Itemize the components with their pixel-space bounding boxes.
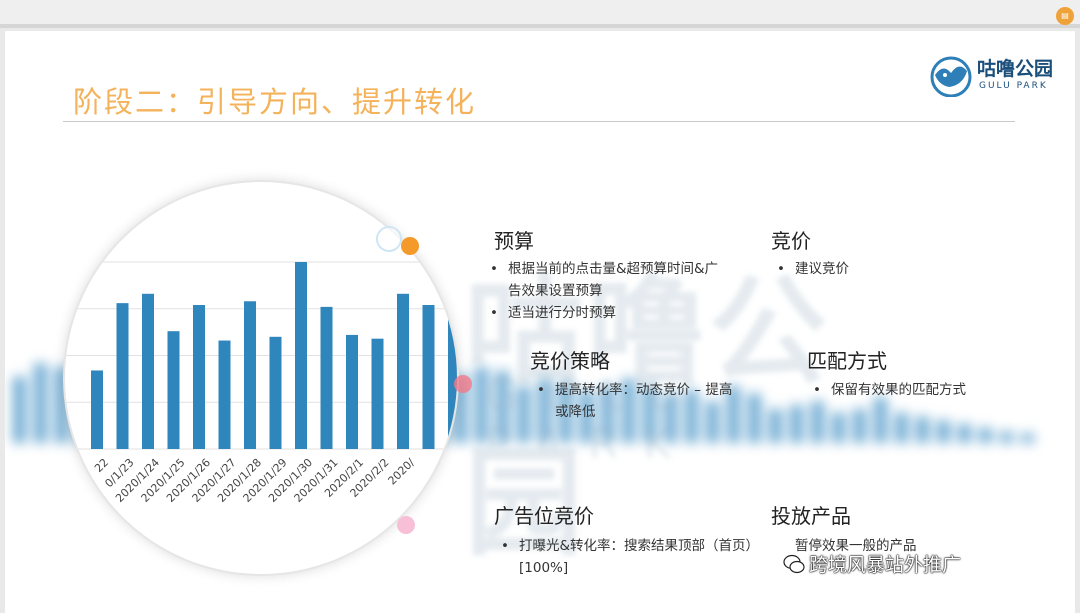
chart-bar	[295, 262, 307, 449]
budget-heading: 预算	[494, 229, 534, 253]
window-top-divider	[0, 24, 1080, 28]
chart-bar	[320, 306, 333, 449]
background-bar	[895, 412, 908, 443]
background-bar	[13, 376, 26, 443]
bid-strategy-bullet-1: 提高转化率：动态竞价 – 提高	[537, 380, 732, 401]
corner-badge-icon[interactable]: ▤	[1056, 7, 1074, 25]
background-bar	[34, 363, 47, 443]
light-pink-dot-decoration	[397, 516, 415, 534]
chart-bar	[91, 370, 103, 449]
products-heading: 投放产品	[771, 504, 851, 528]
background-bar	[916, 416, 929, 443]
bid-strategy-bullet-1-cont: 或降低	[555, 404, 596, 420]
page-title: 阶段二：引导方向、提升转化	[73, 85, 477, 119]
background-bar	[958, 424, 971, 443]
whale-logo-icon	[930, 56, 972, 97]
chart-bar	[346, 334, 358, 449]
bubble-decoration	[376, 226, 402, 252]
placement-bid-heading: 广告位竞价	[494, 504, 594, 528]
background-bar	[1000, 431, 1013, 443]
chart-bar	[142, 293, 154, 449]
chart-bar	[167, 331, 180, 449]
bid-heading: 竞价	[771, 229, 811, 253]
budget-bullet-1-cont: 告效果设置预算	[508, 283, 603, 299]
chart-bar	[371, 338, 384, 449]
placement-bid-bullet-1-cont: [100%]	[519, 560, 569, 576]
chart-bar	[397, 293, 409, 449]
budget-bullet-2: 适当进行分时预算	[490, 303, 616, 324]
chart-bar	[116, 303, 129, 449]
bid-bullet-1: 建议竞价	[777, 259, 849, 280]
logo-text-en: GULU PARK	[979, 81, 1048, 91]
placement-bid-bullet-1: 打曝光&转化率：搜索结果顶部（首页）	[501, 536, 759, 557]
chart-bar	[193, 305, 205, 449]
gulu-park-logo: 咕噜公园 GULU PARK	[929, 51, 1064, 99]
budget-bullet-1: 根据当前的点击量&超预算时间&广	[490, 259, 718, 280]
slide: 咕噜公园 GULU PARK 阶段二：引导方向、提升转化 咕噜公园 GULU P…	[5, 31, 1075, 613]
background-bar	[937, 420, 950, 443]
chart-bar	[244, 301, 256, 449]
orange-dot-decoration	[401, 237, 419, 255]
chart-bar	[218, 340, 231, 449]
title-divider	[63, 121, 1015, 122]
chart-tick-label: 2020/	[386, 456, 418, 488]
bid-strategy-heading: 竞价策略	[530, 349, 610, 373]
match-type-heading: 匹配方式	[807, 349, 887, 373]
background-bar	[979, 427, 992, 443]
window-top-strip	[0, 0, 1080, 24]
pink-dot-decoration	[454, 375, 472, 393]
background-bar	[1021, 433, 1034, 443]
logo-text-cn: 咕噜公园	[977, 58, 1054, 80]
footer-watermark: 跨境风暴站外推广	[809, 554, 962, 576]
chart-bar	[269, 336, 282, 449]
wechat-icon	[783, 554, 805, 574]
chart-bar	[422, 305, 435, 449]
chart-tick-label: 22	[92, 456, 111, 475]
match-type-bullet-1: 保留有效果的匹配方式	[813, 380, 966, 401]
